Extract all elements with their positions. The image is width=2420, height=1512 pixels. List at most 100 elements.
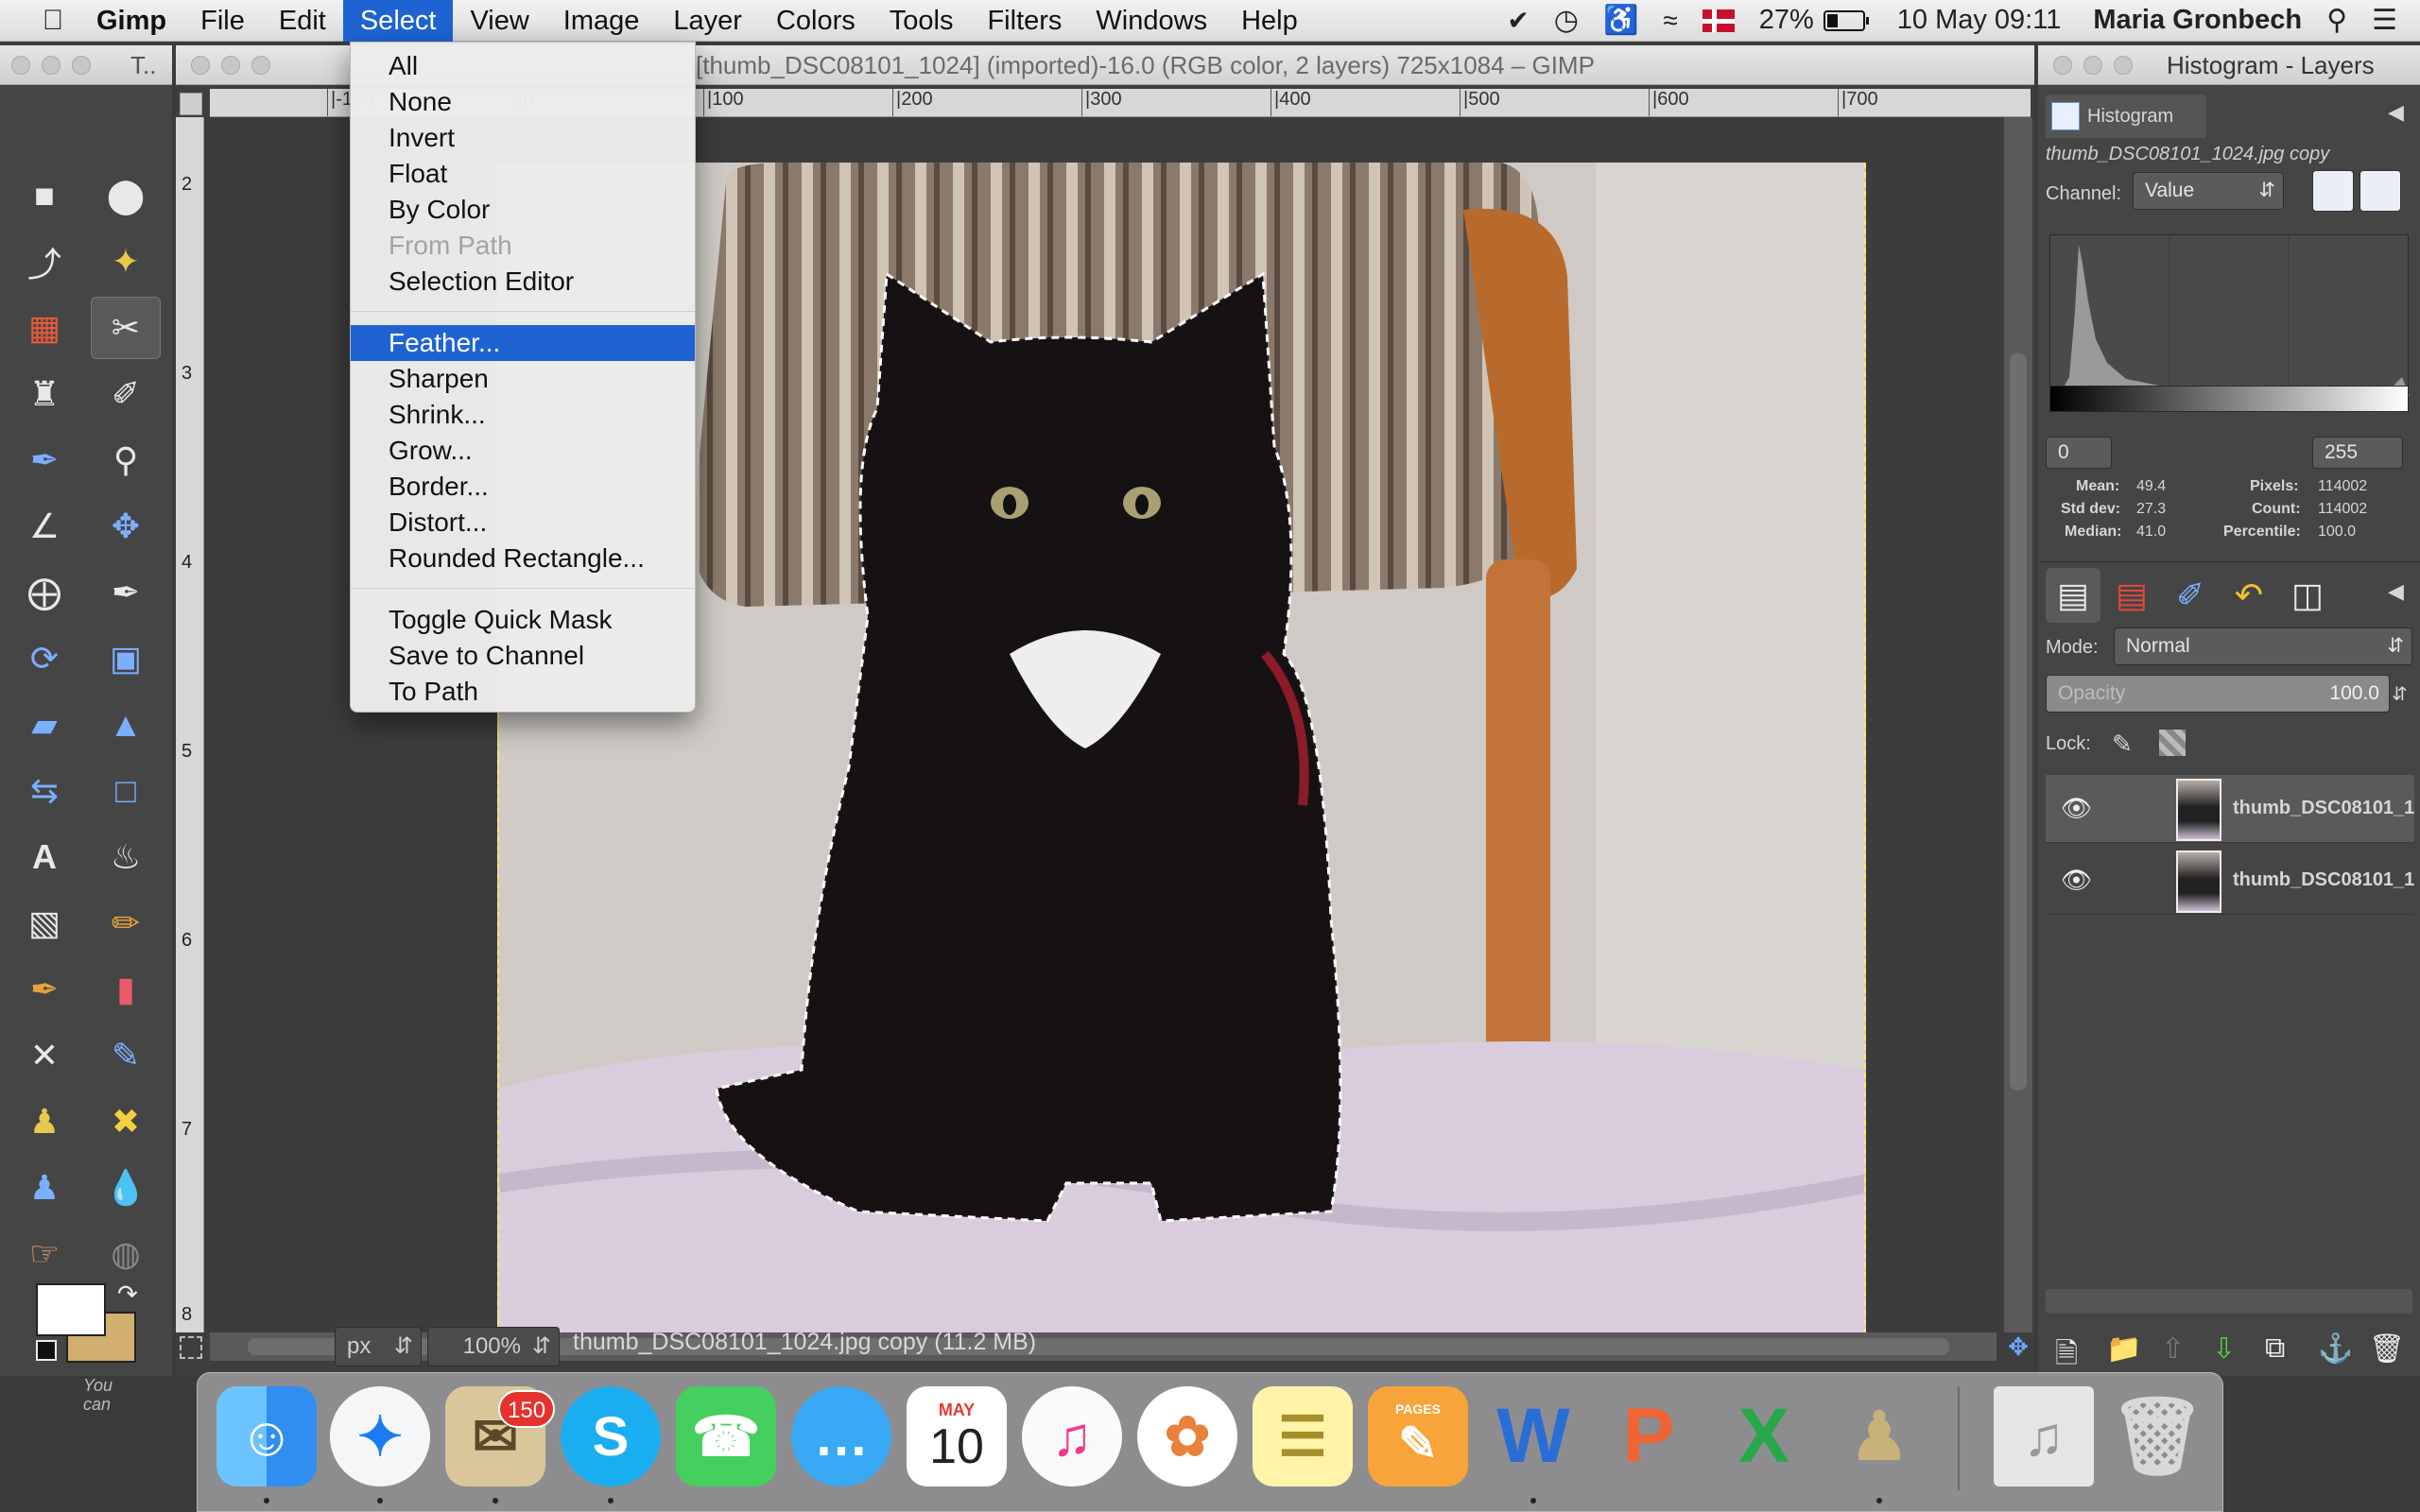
menu-item-sharpen[interactable]: Sharpen [351,361,695,397]
rect-select-tool-icon[interactable]: ■ [17,168,72,223]
pages-icon[interactable]: PAGES ✎ [1368,1386,1468,1486]
spotlight-search-icon[interactable]: ⚲ [2326,4,2347,37]
kitten-photo[interactable] [497,163,1866,1332]
input-source-flag-icon[interactable] [1702,9,1735,32]
scissors-select-tool-icon[interactable]: ✂ [91,297,161,359]
zoom-button[interactable] [251,56,270,75]
flip-tool-icon[interactable]: ⇆ [17,764,72,818]
align-tool-icon[interactable]: ⨁ [17,565,72,620]
delete-layer-icon[interactable]: 🗑 [2369,1332,2405,1366]
select-by-color-tool-icon[interactable]: ▦ [17,301,72,355]
visibility-eye-icon[interactable]: 👁 [2061,794,2092,823]
fuzzy-select-tool-icon[interactable]: ✦ [98,234,153,289]
linear-histogram-button[interactable] [2312,170,2354,212]
layer-name[interactable]: thumb_DSC08101_1 [2233,798,2414,819]
menu-help[interactable]: Help [1224,0,1315,42]
log-histogram-button[interactable] [2360,170,2401,212]
menu-item-rounded-rectangle[interactable]: Rounded Rectangle... [351,541,695,576]
images-tab-icon[interactable]: ◫ [2280,568,2335,623]
range-min-input[interactable]: 0 [2046,437,2112,469]
trash-icon[interactable]: 🗑 [2107,1386,2207,1486]
vertical-scrollbar[interactable] [2004,117,2032,1332]
quick-mask-toggle-icon[interactable] [180,1336,202,1359]
messages-icon[interactable]: … [791,1386,891,1486]
lock-alpha-icon[interactable] [2159,730,2186,756]
dodge-burn-tool-icon[interactable]: ◍ [98,1227,153,1281]
menu-item-toggle-quick-mask[interactable]: Toggle Quick Mask [351,602,695,638]
finder-icon[interactable]: ☺ [216,1386,317,1486]
zoom-button[interactable] [72,56,91,75]
histogram-tab[interactable]: Histogram [2046,94,2206,138]
calendar-icon[interactable]: MAY 10 [907,1386,1007,1486]
word-icon[interactable]: W [1483,1386,1583,1486]
menu-select[interactable]: Select [342,0,454,42]
eraser-tool-icon[interactable]: ▮ [98,962,153,1017]
menu-filters[interactable]: Filters [970,0,1079,42]
menu-item-shrink[interactable]: Shrink... [351,397,695,433]
menu-image[interactable]: Image [546,0,657,42]
anchor-layer-icon[interactable]: ⚓ [2318,1332,2353,1366]
safari-icon[interactable]: ✦ [330,1386,430,1486]
perspective-clone-tool-icon[interactable]: ♟ [17,1160,72,1215]
lock-pixels-icon[interactable]: ✎ [2112,730,2133,759]
accessibility-icon[interactable]: ♿ [1603,4,1638,37]
duplicate-layer-icon[interactable]: ⧉ [2265,1332,2285,1365]
ink-tool-icon[interactable]: ✎ [98,1028,153,1083]
menu-item-distort[interactable]: Distort... [351,505,695,541]
foreground-select-tool-icon[interactable]: ♜ [17,367,72,421]
configure-tab-icon[interactable]: ◀ [2388,100,2404,125]
excel-icon[interactable]: X [1714,1386,1814,1486]
menu-item-invert[interactable]: Invert [351,120,695,156]
close-button[interactable] [191,56,210,75]
zoom-tool-icon[interactable]: ⚲ [98,433,153,488]
layers-tab-icon[interactable]: ▤ [2046,568,2100,623]
zoom-button[interactable] [2114,56,2133,75]
skype-icon[interactable]: S [561,1386,661,1486]
bucket-fill-tool-icon[interactable]: ♨ [98,830,153,885]
opacity-stepper-icon[interactable]: ⇵ [2392,682,2408,706]
ellipse-select-tool-icon[interactable]: ⬤ [98,168,153,223]
channel-select[interactable]: Value ⇵ [2133,172,2284,210]
range-max-input[interactable]: 255 [2312,437,2403,469]
cage-transform-tool-icon[interactable]: □ [98,764,153,818]
pencil-tool-icon[interactable]: ✏ [98,896,153,951]
menu-item-by-color[interactable]: By Color [351,192,695,228]
menu-button-icon[interactable] [180,93,202,115]
user-name[interactable]: Maria Gronbech [2093,5,2302,36]
menu-file[interactable]: File [183,0,262,42]
menu-colors[interactable]: Colors [759,0,873,42]
paintbrush-tool-icon[interactable]: ✒ [17,962,72,1017]
text-tool-icon[interactable]: A [17,830,72,885]
itunes-icon[interactable]: ♫ [1022,1386,1122,1486]
rotate-tool-icon[interactable]: ⟳ [17,631,72,686]
menu-item-to-path[interactable]: To Path [351,674,695,710]
layer-row[interactable]: 👁 thumb_DSC08101_1 [2046,847,2414,915]
mode-select[interactable]: Normal ⇵ [2114,627,2412,665]
free-select-tool-icon[interactable]: ⤴ [17,234,72,289]
smudge-tool-icon[interactable]: ☞ [17,1227,72,1281]
lower-layer-icon[interactable]: ⇩ [2212,1332,2236,1366]
heal-tool-icon[interactable]: ✖ [98,1094,153,1149]
menu-item-float[interactable]: Float [351,156,695,192]
zoom-selector[interactable]: 100% ⇵ [427,1327,560,1366]
configure-tab-icon[interactable]: ◀ [2388,579,2404,604]
checkmark-circle-icon[interactable]: ✔ [1507,5,1529,36]
powerpoint-icon[interactable]: P [1599,1386,1699,1486]
menu-app-gimp[interactable]: Gimp [79,0,183,42]
scroll-thumb[interactable] [2010,353,2027,1091]
shear-tool-icon[interactable]: ▰ [17,697,72,752]
blur-tool-icon[interactable]: 💧 [98,1160,153,1215]
opacity-slider[interactable]: Opacity 100.0 [2046,675,2390,713]
raise-layer-icon[interactable]: ⇧ [2161,1332,2185,1366]
vertical-ruler[interactable]: 2 3 4 5 6 7 8 [176,117,204,1332]
menu-item-none[interactable]: None [351,84,695,120]
foreground-color-swatch[interactable] [36,1283,106,1336]
menu-windows[interactable]: Windows [1079,0,1224,42]
gimp-icon[interactable]: ♟ [1829,1386,1929,1486]
notes-icon[interactable]: ☰ [1253,1386,1353,1486]
navigate-icon[interactable]: ✥ [2004,1332,2032,1361]
photos-icon[interactable]: ✿ [1137,1386,1237,1486]
wifi-icon[interactable]: ≈ [1663,6,1677,36]
menu-edit[interactable]: Edit [262,0,343,42]
menu-view[interactable]: View [453,0,545,42]
